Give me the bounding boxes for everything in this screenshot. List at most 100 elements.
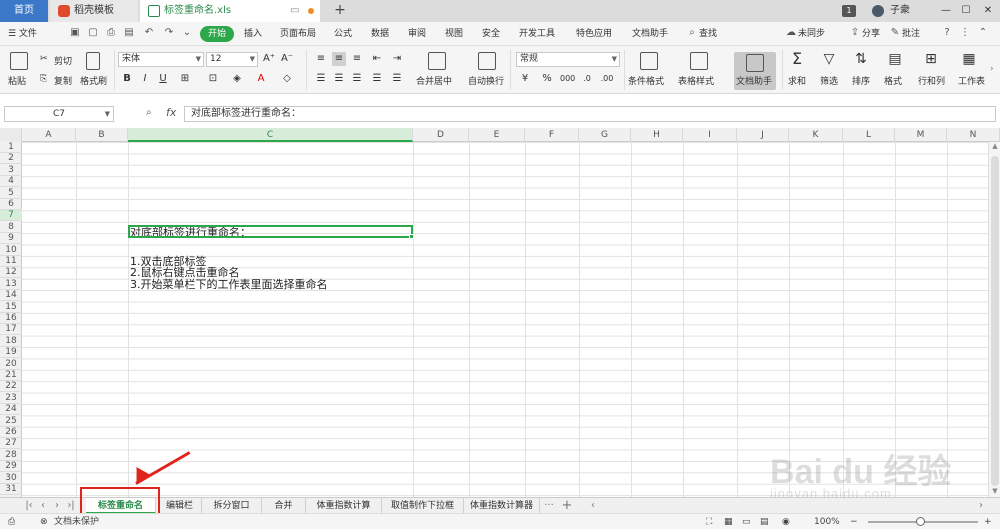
font-size-select[interactable]: 12 ▼: [206, 52, 258, 67]
wrap-text-icon[interactable]: [478, 52, 496, 70]
decrease-decimal-icon[interactable]: .00: [600, 72, 614, 86]
zoom-out-icon[interactable]: −: [850, 514, 858, 529]
row-header-selected[interactable]: 7: [0, 210, 22, 222]
bold-icon[interactable]: B: [120, 72, 134, 86]
row-header[interactable]: 18: [0, 336, 22, 347]
tab-home[interactable]: 首页: [0, 0, 48, 22]
doc-helper-button[interactable]: 文档助手: [734, 52, 776, 90]
sync-status[interactable]: 未同步: [798, 22, 825, 46]
dropdown-icon[interactable]: ⌄: [180, 26, 194, 40]
monitor-icon[interactable]: ▭: [290, 0, 299, 22]
row-header[interactable]: 4: [0, 176, 22, 188]
row-header[interactable]: 30: [0, 473, 22, 484]
search-icon[interactable]: ⌕: [685, 26, 699, 40]
menu-start[interactable]: 开始: [200, 26, 234, 42]
prev-sheet-icon[interactable]: ‹: [36, 498, 50, 514]
tab-docer-template[interactable]: 稻壳模板: [50, 0, 138, 22]
sheet-tab[interactable]: 合并: [262, 498, 306, 514]
scroll-down-icon[interactable]: ▼: [989, 487, 1000, 497]
tab-scroll-icon[interactable]: ‹: [586, 498, 600, 514]
distribute-icon[interactable]: ☰: [390, 72, 404, 86]
align-center-icon[interactable]: ☰: [332, 72, 346, 86]
align-top-icon[interactable]: ≡: [314, 52, 328, 66]
wrap-text-button[interactable]: 自动换行: [468, 74, 504, 87]
menu-file[interactable]: ☰ 文件: [8, 22, 37, 46]
print-preview-icon[interactable]: ▤: [122, 26, 136, 40]
menu-security[interactable]: 安全: [482, 22, 500, 46]
row-header[interactable]: 17: [0, 324, 22, 336]
column-header[interactable]: G: [579, 128, 631, 142]
row-header[interactable]: 29: [0, 461, 22, 473]
filter-button[interactable]: 筛选: [820, 74, 838, 87]
add-sheet-button[interactable]: +: [560, 498, 574, 514]
conditional-format-button[interactable]: 条件格式: [628, 74, 664, 87]
zoom-level[interactable]: 100%: [814, 514, 840, 529]
align-bottom-icon[interactable]: ≡: [350, 52, 364, 66]
column-header[interactable]: F: [525, 128, 579, 142]
merge-icon[interactable]: ⊡: [206, 72, 220, 86]
open-icon[interactable]: ▢: [86, 26, 100, 40]
menu-doc-helper[interactable]: 文档助手: [632, 22, 668, 46]
select-all-corner[interactable]: [0, 128, 22, 142]
row-header[interactable]: 15: [0, 302, 22, 313]
close-button[interactable]: ✕: [980, 0, 996, 22]
merge-center-icon[interactable]: [428, 52, 446, 70]
font-shrink-icon[interactable]: A⁻: [280, 52, 294, 66]
cut-icon[interactable]: ✂: [40, 54, 48, 64]
tab-document[interactable]: 标签重命名.xls ▭: [140, 0, 320, 22]
filter-icon[interactable]: ▽: [822, 52, 836, 66]
row-header[interactable]: 14: [0, 290, 22, 302]
font-name-select[interactable]: 宋体 ▼: [118, 52, 204, 67]
row-header[interactable]: 1: [0, 142, 22, 153]
menu-formula[interactable]: 公式: [334, 22, 352, 46]
minimize-button[interactable]: —: [938, 0, 954, 22]
row-header[interactable]: 2: [0, 153, 22, 165]
normal-view-icon[interactable]: ▦: [724, 514, 733, 529]
underline-icon[interactable]: U: [156, 72, 170, 86]
row-header[interactable]: 24: [0, 404, 22, 416]
row-header[interactable]: 13: [0, 279, 22, 290]
column-header[interactable]: N: [947, 128, 1000, 142]
column-header[interactable]: D: [413, 128, 469, 142]
column-header[interactable]: I: [683, 128, 737, 142]
indent-increase-icon[interactable]: ⇥: [390, 52, 404, 66]
avatar[interactable]: [872, 5, 884, 17]
column-header[interactable]: B: [76, 128, 128, 142]
sort-icon[interactable]: ⇅: [854, 52, 868, 66]
increase-decimal-icon[interactable]: .0: [580, 72, 594, 86]
menu-review[interactable]: 审阅: [408, 22, 426, 46]
sheet-tab[interactable]: 体重指数计算: [306, 498, 382, 514]
percent-icon[interactable]: %: [540, 72, 554, 86]
scroll-up-icon[interactable]: ▲: [989, 142, 1000, 152]
page-layout-view-icon[interactable]: ▭: [742, 514, 751, 529]
column-header[interactable]: J: [737, 128, 789, 142]
sum-button[interactable]: 求和: [788, 74, 806, 87]
menu-page-layout[interactable]: 页面布局: [280, 22, 316, 46]
last-sheet-icon[interactable]: ›|: [64, 498, 78, 514]
merge-center-button[interactable]: 合并居中: [416, 74, 452, 87]
scroll-thumb[interactable]: [991, 156, 999, 486]
font-grow-icon[interactable]: A⁺: [262, 52, 276, 66]
row-header[interactable]: 31: [0, 484, 22, 495]
cell-c11[interactable]: 3.开始菜单栏下的工作表里面选择重命名: [130, 279, 328, 290]
paste-icon[interactable]: [10, 52, 28, 70]
font-color-icon[interactable]: A: [254, 72, 268, 86]
zoom-slider-handle[interactable]: [916, 517, 925, 526]
format-painter-button[interactable]: 格式刷: [80, 74, 107, 87]
column-header[interactable]: L: [843, 128, 895, 142]
sheet-tab[interactable]: 体重指数计算器: [464, 498, 540, 514]
row-header[interactable]: 27: [0, 438, 22, 450]
sheet-tab[interactable]: 编辑栏: [158, 498, 202, 514]
row-header[interactable]: 11: [0, 256, 22, 267]
comment-button[interactable]: 批注: [902, 22, 920, 46]
username[interactable]: 子衆: [890, 0, 910, 22]
print-icon[interactable]: ⎙: [104, 26, 118, 40]
document-protection-status[interactable]: 文档未保护: [54, 514, 99, 529]
fill-color-icon[interactable]: ◈: [230, 72, 244, 86]
column-header-selected[interactable]: C: [128, 128, 413, 142]
table-style-icon[interactable]: [690, 52, 708, 70]
formula-input[interactable]: 对底部标签进行重命名：: [184, 106, 996, 122]
sheet-tab[interactable]: 拆分窗口: [202, 498, 262, 514]
column-header[interactable]: E: [469, 128, 525, 142]
row-header[interactable]: 9: [0, 233, 22, 245]
